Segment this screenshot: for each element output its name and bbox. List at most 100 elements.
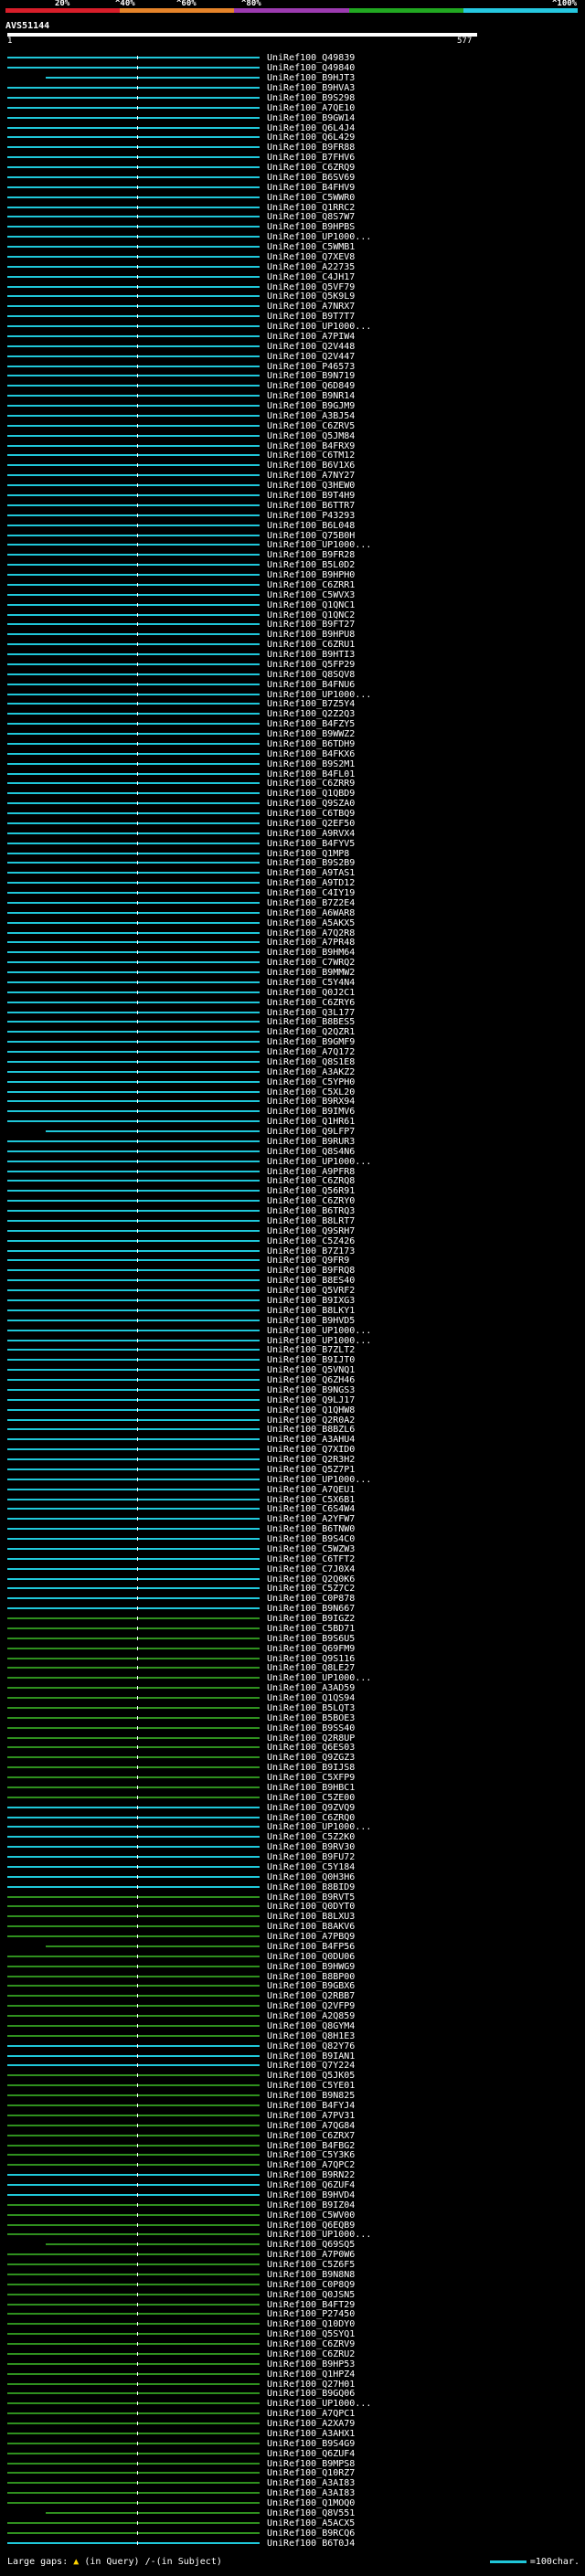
hit-bar[interactable] bbox=[7, 812, 260, 814]
hit-bar[interactable] bbox=[7, 345, 260, 347]
hit-label[interactable]: UniRef100_Q1HPZ4 bbox=[267, 2369, 355, 2380]
hit-bar[interactable] bbox=[7, 1538, 260, 1540]
hit-bar[interactable] bbox=[7, 713, 260, 715]
hit-label[interactable]: UniRef100_A3AD59 bbox=[267, 1683, 355, 1693]
hit-label[interactable]: UniRef100_C6ZRQ9 bbox=[267, 163, 355, 173]
hit-label[interactable]: UniRef100_B7FHV6 bbox=[267, 153, 355, 163]
hit-bar[interactable] bbox=[7, 2412, 260, 2414]
hit-label[interactable]: UniRef100_UP1000... bbox=[267, 1157, 371, 1167]
hit-bar[interactable] bbox=[7, 1240, 260, 1242]
hit-bar[interactable] bbox=[7, 2025, 260, 2027]
hit-bar[interactable] bbox=[7, 1597, 260, 1599]
hit-label[interactable]: UniRef100_A7QE10 bbox=[267, 103, 355, 113]
hit-label[interactable]: UniRef100_A22735 bbox=[267, 262, 355, 272]
hit-label[interactable]: UniRef100_Q5K9L9 bbox=[267, 292, 355, 302]
hit-bar[interactable] bbox=[7, 1330, 260, 1331]
hit-bar[interactable] bbox=[7, 2542, 260, 2544]
hit-label[interactable]: UniRef100_A7QPC1 bbox=[267, 2409, 355, 2419]
hit-label[interactable]: UniRef100_C6TBQ9 bbox=[267, 809, 355, 819]
hit-label[interactable]: UniRef100_B4FYJ4 bbox=[267, 2101, 355, 2111]
hit-label[interactable]: UniRef100_B4FHV9 bbox=[267, 183, 355, 193]
hit-label[interactable]: UniRef100_Q0DYT0 bbox=[267, 1902, 355, 1912]
hit-label[interactable]: UniRef100_B9N719 bbox=[267, 371, 355, 381]
hit-bar[interactable] bbox=[7, 1648, 260, 1649]
hit-label[interactable]: UniRef100_Q8S4N6 bbox=[267, 1147, 355, 1157]
hit-label[interactable]: UniRef100_Q0H3H6 bbox=[267, 1872, 355, 1882]
hit-label[interactable]: UniRef100_Q8S1E8 bbox=[267, 1057, 355, 1067]
hit-bar[interactable] bbox=[7, 2502, 260, 2504]
hit-label[interactable]: UniRef100_Q2V448 bbox=[267, 342, 355, 352]
hit-bar[interactable] bbox=[7, 1041, 260, 1043]
hit-label[interactable]: UniRef100_C5WV00 bbox=[267, 2210, 355, 2221]
hit-label[interactable]: UniRef100_Q7Y224 bbox=[267, 2061, 355, 2071]
hit-label[interactable]: UniRef100_Q1HR61 bbox=[267, 1117, 355, 1127]
hit-label[interactable]: UniRef100_Q5VNQ1 bbox=[267, 1365, 355, 1375]
hit-bar[interactable] bbox=[7, 1309, 260, 1311]
hit-label[interactable]: UniRef100_B9S298 bbox=[267, 93, 355, 103]
hit-bar[interactable] bbox=[7, 684, 260, 685]
hit-label[interactable]: UniRef100_B4FP56 bbox=[267, 1942, 355, 1952]
hit-bar[interactable] bbox=[7, 2094, 260, 2096]
hit-label[interactable]: UniRef100_B4FKX6 bbox=[267, 749, 355, 759]
hit-label[interactable]: UniRef100_B9T7T7 bbox=[267, 312, 355, 322]
hit-bar[interactable] bbox=[7, 2074, 260, 2076]
hit-label[interactable]: UniRef100_Q49839 bbox=[267, 53, 355, 63]
hit-bar[interactable] bbox=[7, 1896, 260, 1898]
hit-label[interactable]: UniRef100_B9SS40 bbox=[267, 1723, 355, 1733]
hit-bar[interactable] bbox=[7, 1031, 260, 1033]
hit-label[interactable]: UniRef100_C4JH17 bbox=[267, 272, 355, 282]
hit-bar[interactable] bbox=[7, 1468, 260, 1470]
hit-label[interactable]: UniRef100_Q9FR9 bbox=[267, 1256, 349, 1266]
hit-bar[interactable] bbox=[7, 2443, 260, 2444]
hit-label[interactable]: UniRef100_B9HTI3 bbox=[267, 650, 355, 660]
hit-label[interactable]: UniRef100_Q5JK05 bbox=[267, 2071, 355, 2081]
hit-label[interactable]: UniRef100_B9S4C0 bbox=[267, 1534, 355, 1544]
hit-label[interactable]: UniRef100_A7NY27 bbox=[267, 471, 355, 481]
hit-label[interactable]: UniRef100_A3BJ54 bbox=[267, 411, 355, 421]
hit-bar[interactable] bbox=[7, 1438, 260, 1440]
hit-label[interactable]: UniRef100_Q1QHW8 bbox=[267, 1405, 355, 1415]
hit-label[interactable]: UniRef100_B9HVD4 bbox=[267, 2190, 355, 2200]
hit-label[interactable]: UniRef100_B9IMV6 bbox=[267, 1107, 355, 1117]
hit-bar[interactable] bbox=[7, 2284, 260, 2285]
hit-bar[interactable] bbox=[7, 2154, 260, 2156]
hit-label[interactable]: UniRef100_A7PV31 bbox=[267, 2111, 355, 2121]
hit-label[interactable]: UniRef100_A7NRX7 bbox=[267, 302, 355, 312]
hit-bar[interactable] bbox=[7, 504, 260, 506]
hit-bar[interactable] bbox=[7, 127, 260, 129]
hit-bar[interactable] bbox=[7, 1856, 260, 1858]
hit-bar[interactable] bbox=[7, 236, 260, 238]
hit-label[interactable]: UniRef100_C5YE01 bbox=[267, 2081, 355, 2091]
hit-label[interactable]: UniRef100_B9RV30 bbox=[267, 1842, 355, 1852]
hit-label[interactable]: UniRef100_B9FRQ8 bbox=[267, 1266, 355, 1276]
hit-bar[interactable] bbox=[7, 2532, 260, 2534]
hit-bar[interactable] bbox=[7, 2274, 260, 2275]
hit-label[interactable]: UniRef100_B9RX94 bbox=[267, 1097, 355, 1107]
hit-bar[interactable] bbox=[7, 305, 260, 307]
hit-bar[interactable] bbox=[7, 146, 260, 148]
hit-label[interactable]: UniRef100_Q5FP29 bbox=[267, 660, 355, 670]
hit-bar[interactable] bbox=[7, 2135, 260, 2136]
hit-bar[interactable] bbox=[7, 87, 260, 89]
hit-label[interactable]: UniRef100_A3AHX1 bbox=[267, 2429, 355, 2439]
hit-bar[interactable] bbox=[7, 1200, 260, 1202]
hit-bar[interactable] bbox=[7, 961, 260, 963]
hit-bar[interactable] bbox=[7, 57, 260, 58]
hit-bar[interactable] bbox=[7, 67, 260, 69]
hit-bar[interactable] bbox=[7, 1190, 260, 1192]
hit-label[interactable]: UniRef100_C5Y184 bbox=[267, 1862, 355, 1872]
hit-label[interactable]: UniRef100_Q5JM84 bbox=[267, 431, 355, 441]
hit-label[interactable]: UniRef100_Q0DU06 bbox=[267, 1952, 355, 1962]
hit-bar[interactable] bbox=[7, 2015, 260, 2017]
hit-bar[interactable] bbox=[7, 2164, 260, 2166]
hit-label[interactable]: UniRef100_Q9LJ17 bbox=[267, 1395, 355, 1405]
hit-label[interactable]: UniRef100_B9HP53 bbox=[267, 2359, 355, 2369]
hit-label[interactable]: UniRef100_Q2Z2Q3 bbox=[267, 709, 355, 719]
hit-label[interactable]: UniRef100_A2YFW7 bbox=[267, 1514, 355, 1524]
hit-bar[interactable] bbox=[7, 445, 260, 447]
hit-label[interactable]: UniRef100_Q6ZUF4 bbox=[267, 2180, 355, 2190]
hit-bar[interactable] bbox=[7, 514, 260, 516]
hit-label[interactable]: UniRef100_A7QG84 bbox=[267, 2121, 355, 2131]
hit-bar[interactable] bbox=[7, 1340, 260, 1341]
hit-bar[interactable] bbox=[7, 1359, 260, 1361]
